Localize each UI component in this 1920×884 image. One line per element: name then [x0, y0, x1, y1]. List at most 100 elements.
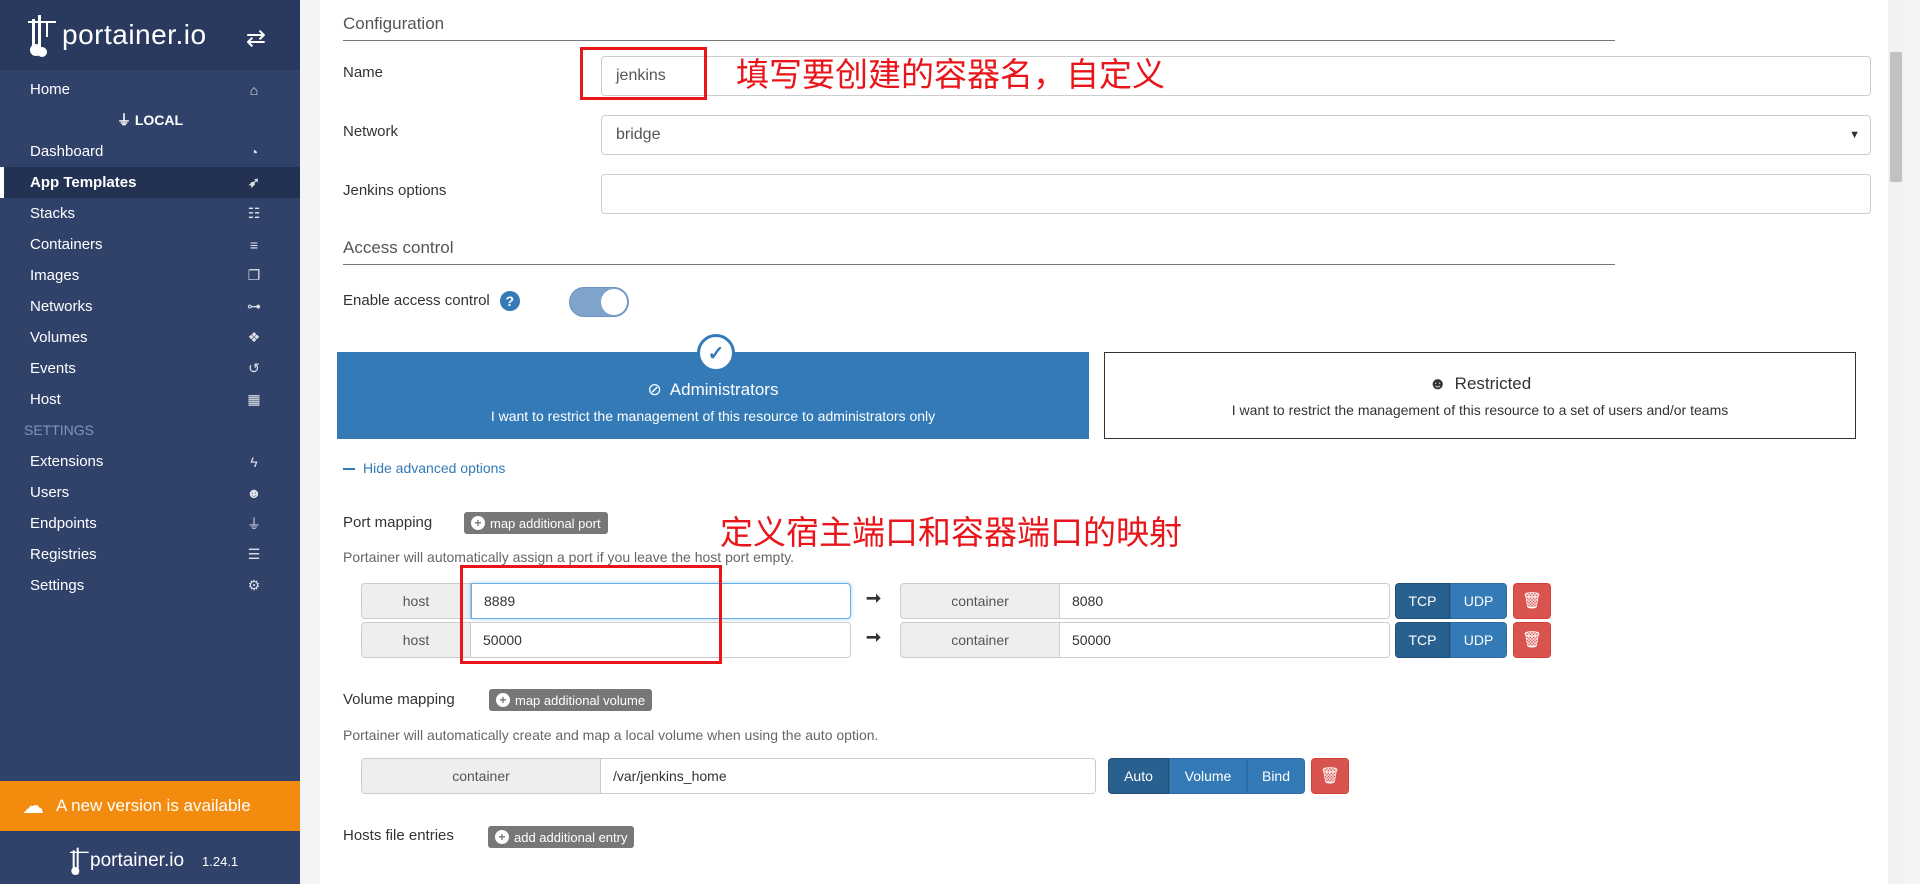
- sidebar-item-events[interactable]: Events ↺: [0, 353, 300, 384]
- footer-brand: portainer.io 1.24.1: [70, 846, 238, 876]
- rocket-icon: ➶: [248, 174, 260, 190]
- restricted-title: ☻ Restricted: [1429, 374, 1531, 394]
- sidebar-item-registries[interactable]: Registries ☰: [0, 539, 300, 570]
- update-available-banner[interactable]: ☁ A new version is available: [0, 781, 300, 831]
- sidebar-item-stacks[interactable]: Stacks ☷: [0, 198, 300, 229]
- network-label: Network: [343, 123, 399, 140]
- udp-button[interactable]: UDP: [1450, 622, 1507, 658]
- sidebar-item-label: App Templates: [30, 174, 137, 191]
- toggle-knob: [601, 289, 627, 315]
- map-additional-port-button[interactable]: + map additional port: [464, 512, 608, 534]
- auto-button[interactable]: Auto: [1108, 758, 1169, 794]
- server-icon: ≡: [249, 236, 259, 253]
- plus-circle-icon: +: [496, 693, 510, 707]
- volume-mapping-label: Volume mapping: [343, 691, 455, 708]
- sidebar-item-extensions[interactable]: Extensions ϟ: [0, 446, 300, 477]
- administrators-title: ⊘ Administrators: [648, 380, 779, 400]
- remove-port-button[interactable]: 🗑: [1513, 622, 1551, 658]
- scrollbar-thumb[interactable]: [1890, 52, 1902, 182]
- container-port-input[interactable]: 50000: [1060, 622, 1390, 658]
- plus-circle-icon: +: [495, 830, 509, 844]
- container-port-input[interactable]: 8080: [1060, 583, 1390, 619]
- sidebar-item-app-templates[interactable]: App Templates ➶: [0, 167, 300, 198]
- endpoint-name: LOCAL: [134, 112, 184, 128]
- plug-icon: ⏚: [247, 515, 261, 532]
- sidebar-nav: Home ⌂ ⏚ LOCAL Dashboard ◔ App Templates…: [0, 74, 300, 601]
- sidebar-item-label: Images: [30, 267, 80, 284]
- cogs-icon: ⚙: [247, 577, 261, 593]
- jenkins-options-input[interactable]: [601, 174, 1871, 214]
- cubes-icon: ❖: [247, 329, 261, 345]
- settings-section-header: SETTINGS: [24, 422, 95, 438]
- sidebar-item-networks[interactable]: Networks ⊶: [0, 291, 300, 322]
- container-addon: container: [900, 622, 1060, 658]
- network-selected-value: bridge: [616, 126, 661, 143]
- sidebar-item-home[interactable]: Home ⌂: [0, 74, 300, 105]
- sidebar-item-label: Endpoints: [30, 515, 97, 532]
- bolt-icon: ϟ: [250, 453, 258, 470]
- udp-button[interactable]: UDP: [1450, 583, 1507, 619]
- sidebar-item-endpoints[interactable]: Endpoints ⏚: [0, 508, 300, 539]
- remove-port-button[interactable]: 🗑: [1513, 583, 1551, 619]
- tcp-button[interactable]: TCP: [1395, 583, 1450, 619]
- sidebar-item-label: Containers: [30, 236, 103, 253]
- sidebar-item-settings[interactable]: Settings ⚙: [0, 570, 300, 601]
- container-addon: container: [900, 583, 1060, 619]
- port-mapping-label: Port mapping: [343, 514, 433, 531]
- long-arrow-right-icon: ➞: [866, 588, 882, 608]
- brand-name: portainer.io: [62, 19, 207, 50]
- volume-mapping-help: Portainer will automatically create and …: [343, 727, 879, 743]
- restricted-description: I want to restrict the management of thi…: [1231, 401, 1729, 418]
- network-select[interactable]: bridge ▼: [601, 115, 1871, 155]
- sidebar-item-label: Host: [30, 391, 61, 408]
- annotation-name-note: 填写要创建的容器名，自定义: [736, 55, 1165, 94]
- sidebar-item-images[interactable]: Images ❐: [0, 260, 300, 291]
- eye-slash-icon: ⊘: [647, 379, 662, 399]
- sidebar-item-label: Networks: [30, 298, 93, 315]
- portainer-logo[interactable]: portainer.io: [28, 13, 207, 57]
- sidebar-item-label: Events: [30, 360, 76, 377]
- hosts-file-entries-label: Hosts file entries: [343, 827, 454, 844]
- volume-mode-toggle: Auto Volume Bind: [1108, 758, 1305, 794]
- vertical-scrollbar[interactable]: [1888, 0, 1904, 884]
- users-icon: ☻: [1428, 373, 1447, 393]
- sidebar-item-dashboard[interactable]: Dashboard ◔: [0, 136, 300, 167]
- access-control-section-title: Access control: [343, 238, 1615, 265]
- cloud-download-icon: ☁: [22, 793, 44, 818]
- access-control-toggle[interactable]: [569, 287, 629, 317]
- sidebar-item-label: Registries: [30, 546, 97, 563]
- host-port-input[interactable]: 8889: [471, 583, 851, 619]
- host-port-input[interactable]: 50000: [471, 622, 851, 658]
- sidebar-item-label: Volumes: [30, 329, 88, 346]
- bind-button[interactable]: Bind: [1247, 758, 1305, 794]
- swap-arrows-icon[interactable]: ⇄: [246, 24, 266, 53]
- minus-icon: [343, 468, 355, 471]
- sidebar-item-label: Stacks: [30, 205, 76, 222]
- version-label: 1.24.1: [202, 853, 239, 869]
- sidebar: portainer.io ⇄ Home ⌂ ⏚ LOCAL Dashboard …: [0, 0, 300, 884]
- enable-access-control-text: Enable access control: [343, 291, 490, 309]
- volume-button[interactable]: Volume: [1169, 758, 1247, 794]
- question-circle-icon[interactable]: ?: [499, 291, 520, 311]
- add-additional-entry-button[interactable]: + add additional entry: [488, 826, 635, 848]
- map-additional-volume-text: map additional volume: [515, 692, 646, 708]
- restricted-option[interactable]: ☻ Restricted I want to restrict the mana…: [1104, 352, 1856, 439]
- check-circle-icon: ✓: [697, 334, 735, 372]
- main-content: Configuration Name jenkins Network bridg…: [320, 0, 1904, 884]
- chevron-down-icon: ▼: [1849, 129, 1860, 141]
- update-banner-text: A new version is available: [56, 796, 251, 815]
- sidebar-item-volumes[interactable]: Volumes ❖: [0, 322, 300, 353]
- annotation-port-note: 定义宿主端口和容器端口的映射: [720, 513, 1182, 552]
- hide-advanced-options-text: Hide advanced options: [363, 460, 506, 476]
- sidebar-item-containers[interactable]: Containers ≡: [0, 229, 300, 260]
- volume-container-path-input[interactable]: /var/jenkins_home: [601, 758, 1096, 794]
- hide-advanced-options-link[interactable]: Hide advanced options: [343, 460, 505, 476]
- remove-volume-button[interactable]: 🗑: [1311, 758, 1349, 794]
- home-icon: ⌂: [249, 81, 259, 98]
- map-additional-volume-button[interactable]: + map additional volume: [489, 689, 653, 711]
- sidebar-item-host[interactable]: Host ▦: [0, 384, 300, 415]
- tcp-button[interactable]: TCP: [1395, 622, 1450, 658]
- sidebar-item-users[interactable]: Users ☻: [0, 477, 300, 508]
- sidebar-item-label: Home: [30, 81, 71, 98]
- sidebar-item-label: Settings: [30, 577, 85, 594]
